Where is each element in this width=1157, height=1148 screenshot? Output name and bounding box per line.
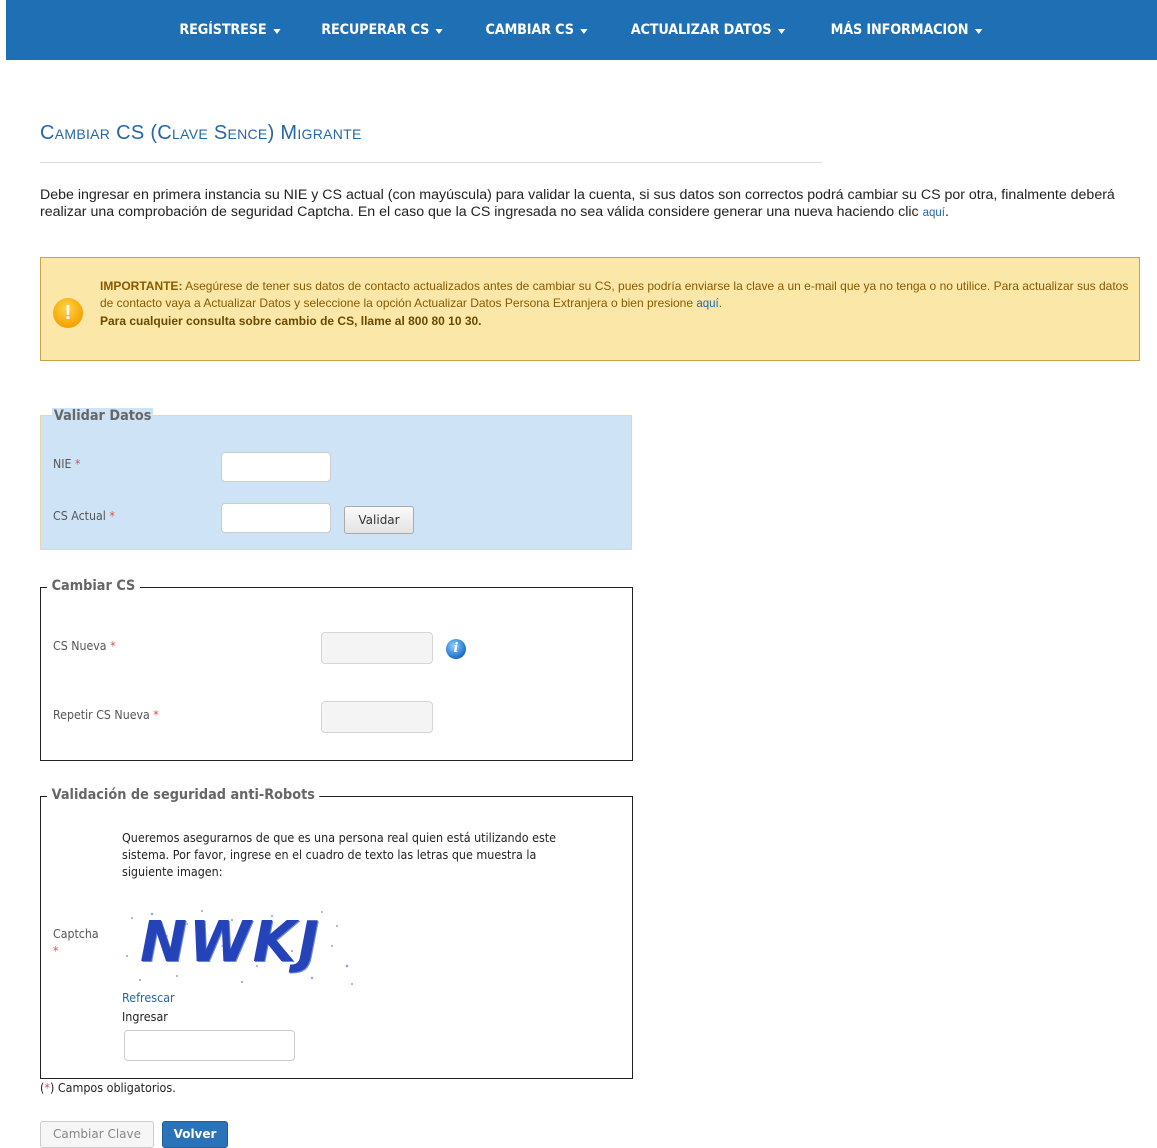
intro-end: . xyxy=(944,204,949,220)
warning-icon: ! xyxy=(53,298,83,328)
refrescar-link[interactable]: Refrescar xyxy=(122,991,175,1005)
page-title: Cambiar CS (Clave Sence) Migrante xyxy=(40,122,362,144)
intro-text: Debe ingresar en primera instancia su NI… xyxy=(40,187,1115,220)
nav-item-mas-informacion[interactable]: MÁS INFORMACION xyxy=(815,0,996,60)
volver-button[interactable]: Volver xyxy=(162,1121,228,1148)
validar-button[interactable]: Validar xyxy=(344,506,414,534)
cs-nueva-label: CS Nueva * xyxy=(53,639,116,653)
captcha-input[interactable] xyxy=(124,1030,295,1061)
validar-datos-legend: Validar Datos xyxy=(52,408,154,424)
caret-down-icon xyxy=(777,28,785,34)
nav-label: REGÍSTRESE xyxy=(179,22,267,38)
nie-label: NIE * xyxy=(53,457,81,471)
nav-item-recuperar-cs[interactable]: RECUPERAR CS xyxy=(307,0,458,60)
info-icon[interactable]: i xyxy=(446,639,466,659)
captcha-text-image: NWKJ xyxy=(140,910,321,975)
alert-aqui-link[interactable]: aquí xyxy=(696,298,718,310)
nav-label: ACTUALIZAR DATOS xyxy=(630,22,772,38)
cs-actual-label: CS Actual * xyxy=(53,509,115,523)
captcha-image: NWKJ xyxy=(122,906,358,988)
repetir-cs-label: Repetir CS Nueva * xyxy=(53,708,159,722)
alert-end: . xyxy=(718,296,723,310)
nav-label: RECUPERAR CS xyxy=(321,22,430,38)
important-alert: ! IMPORTANTE: Asegúrese de tener sus dat… xyxy=(40,257,1140,361)
nav-item-registrese[interactable]: REGÍSTRESE xyxy=(164,0,294,60)
alert-body: Asegúrese de tener sus datos de contacto… xyxy=(100,279,1129,310)
required-note-text: Campos obligatorios. xyxy=(57,1081,176,1095)
captcha-label: Captcha xyxy=(53,927,99,941)
cs-nueva-input[interactable] xyxy=(321,632,433,664)
captcha-required-mark: * xyxy=(53,944,59,958)
required-mark: * xyxy=(75,457,81,471)
required-mark: * xyxy=(110,639,116,653)
alert-phone-line: Para cualquier consulta sobre cambio de … xyxy=(100,314,482,328)
required-note: (*) Campos obligatorios. xyxy=(40,1081,176,1095)
nav-label: CAMBIAR CS xyxy=(485,22,574,38)
cambiar-cs-legend: Cambiar CS xyxy=(47,578,140,594)
nie-label-text: NIE xyxy=(53,457,72,471)
nav-label: MÁS INFORMACION xyxy=(830,22,968,38)
required-mark: * xyxy=(153,708,159,722)
cs-actual-input[interactable] xyxy=(221,503,331,533)
validar-datos-panel xyxy=(40,415,632,550)
title-divider xyxy=(40,162,822,163)
ingresar-label: Ingresar xyxy=(122,1010,168,1024)
nie-input[interactable] xyxy=(221,452,331,482)
caret-down-icon xyxy=(579,28,588,34)
cambiar-clave-button[interactable]: Cambiar Clave xyxy=(40,1121,154,1148)
cs-nueva-label-text: CS Nueva xyxy=(53,639,107,653)
intro-paragraph: Debe ingresar en primera instancia su NI… xyxy=(40,187,1150,222)
nav-item-cambiar-cs[interactable]: CAMBIAR CS xyxy=(470,0,602,60)
required-mark: * xyxy=(109,509,115,523)
nav-menu: REGÍSTRESE RECUPERAR CS CAMBIAR CS ACTUA… xyxy=(6,0,1157,60)
top-navbar: REGÍSTRESE RECUPERAR CS CAMBIAR CS ACTUA… xyxy=(6,0,1157,60)
nav-item-actualizar-datos[interactable]: ACTUALIZAR DATOS xyxy=(616,0,800,60)
required-note-mark: * xyxy=(44,1081,50,1095)
intro-aqui-link[interactable]: aquí xyxy=(923,207,945,219)
repetir-cs-label-text: Repetir CS Nueva xyxy=(53,708,150,722)
alert-strong: IMPORTANTE: xyxy=(100,279,183,293)
caret-down-icon xyxy=(435,28,444,34)
captcha-instructions: Queremos asegurarnos de que es una perso… xyxy=(122,831,557,879)
cambiar-cs-fieldset xyxy=(40,587,633,761)
repetir-cs-input[interactable] xyxy=(321,701,433,733)
caret-down-icon xyxy=(974,28,982,34)
alert-text: IMPORTANTE: Asegúrese de tener sus datos… xyxy=(100,278,1130,330)
cs-actual-label-text: CS Actual xyxy=(53,509,106,523)
captcha-legend: Validación de seguridad anti-Robots xyxy=(47,787,320,803)
caret-down-icon xyxy=(272,28,280,34)
